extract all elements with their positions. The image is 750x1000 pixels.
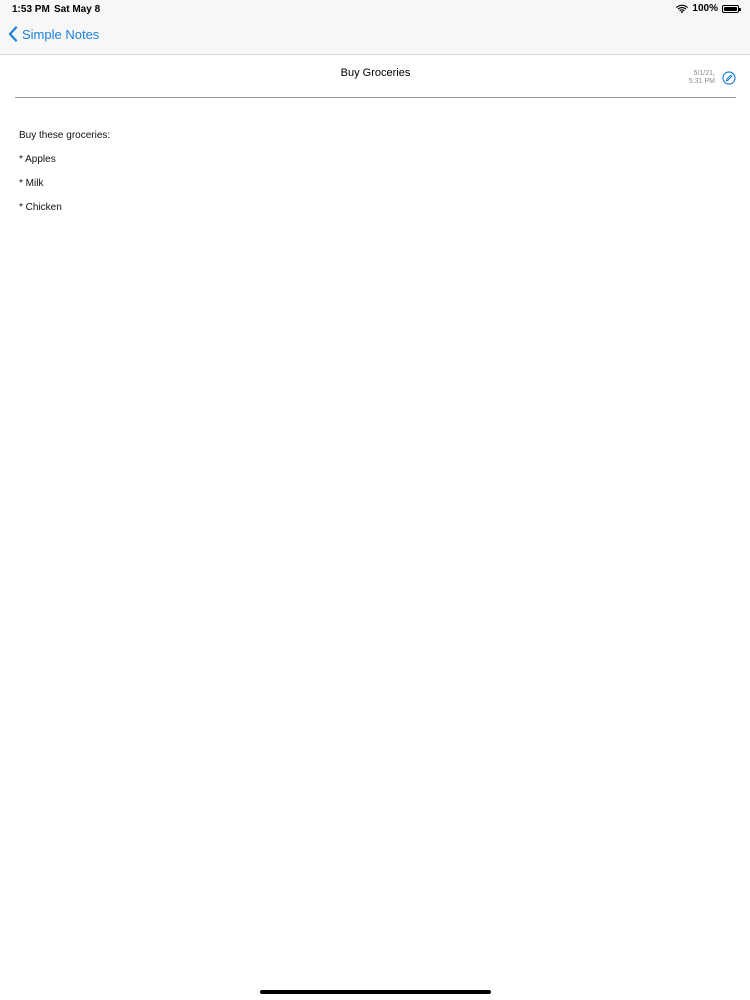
- status-indicators: 100%: [676, 3, 741, 14]
- note-body-line: * Chicken: [19, 202, 62, 213]
- home-indicator[interactable]: [260, 990, 491, 994]
- status-date: Sat May 8: [54, 4, 101, 15]
- navigation-bar: Simple Notes: [0, 18, 750, 55]
- battery-icon: [722, 4, 741, 13]
- note-body-line: * Apples: [19, 154, 56, 165]
- note-title: Buy Groceries: [340, 67, 411, 79]
- edit-button[interactable]: [722, 71, 736, 85]
- edit-icon: [722, 71, 736, 85]
- battery-fill: [724, 6, 737, 11]
- note-body-line: * Milk: [19, 178, 44, 189]
- back-button-label: Simple Notes: [22, 26, 100, 42]
- note-body[interactable]: Buy these groceries: * Apples * Milk * C…: [19, 118, 719, 226]
- back-button[interactable]: Simple Notes: [8, 26, 99, 42]
- wifi-icon: [676, 4, 689, 13]
- note-header: Buy Groceries 5/1/21, 5:31 PM: [15, 55, 736, 98]
- battery-percent: 100%: [692, 3, 718, 14]
- status-time: 1:53 PM: [12, 4, 50, 15]
- battery-nub: [739, 7, 741, 11]
- note-time-line: 5:31 PM: [688, 78, 715, 85]
- status-bar: 1:53 PM Sat May 8 100%: [0, 0, 750, 18]
- note-detail-screen: 1:53 PM Sat May 8 100% Simple Notes Buy …: [0, 0, 750, 1000]
- note-date: 5/1/21, 5:31 PM: [689, 70, 715, 86]
- note-date-line: 5/1/21,: [693, 70, 715, 77]
- note-body-line: Buy these groceries:: [19, 130, 111, 141]
- chevron-left-icon: [8, 26, 18, 42]
